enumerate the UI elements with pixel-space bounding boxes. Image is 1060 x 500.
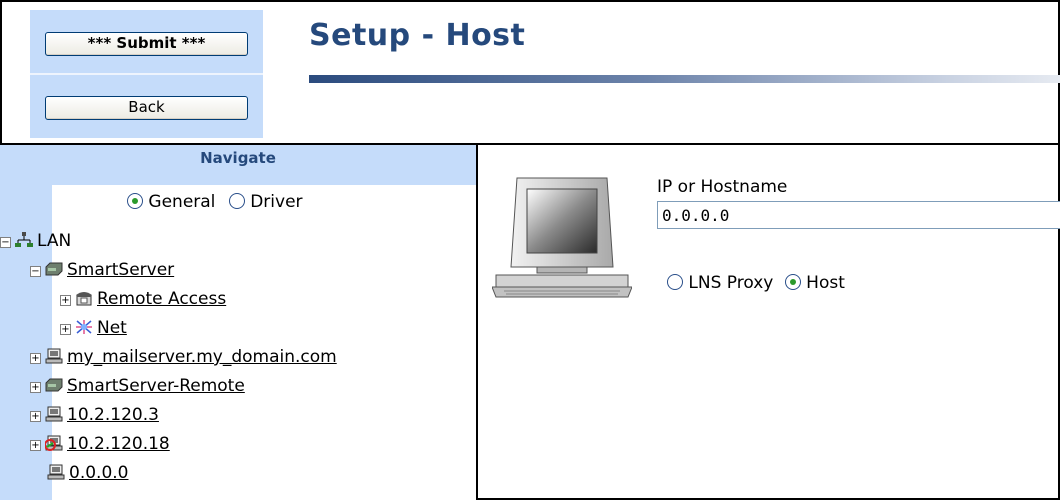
tree-label[interactable]: SmartServer-Remote xyxy=(67,376,245,396)
navigate-title: Navigate xyxy=(200,149,276,167)
general-label: General xyxy=(148,192,216,212)
tree-label[interactable]: Net xyxy=(97,318,127,338)
computer-icon xyxy=(47,464,65,480)
general-mode-option[interactable]: General xyxy=(127,192,221,212)
back-button[interactable]: Back xyxy=(45,96,248,120)
tree-node-10-2-120-3[interactable]: + 10.2.120.3 xyxy=(30,403,159,427)
navigation-panel: Navigate General Driver − LAN − SmartSer… xyxy=(0,145,478,500)
host-settings-panel: IP or Hostname LNS Proxy Host xyxy=(480,145,1060,500)
computer-alert-icon xyxy=(45,435,63,451)
host-role-selector: LNS Proxy Host xyxy=(667,273,851,293)
header-row: *** Submit *** Back Setup - Host xyxy=(0,0,1060,145)
ip-hostname-label: IP or Hostname xyxy=(657,177,788,197)
host-label: Host xyxy=(806,273,845,293)
tree-node-0-0-0-0[interactable]: 0.0.0.0 xyxy=(47,461,128,485)
telephone-icon xyxy=(76,292,92,306)
tree-node-net[interactable]: + Net xyxy=(60,316,127,340)
navigate-header: Navigate xyxy=(0,145,476,185)
smartserver-icon xyxy=(45,378,63,392)
button-divider xyxy=(30,73,263,75)
collapse-icon[interactable]: − xyxy=(30,266,41,277)
page-title: Setup - Host xyxy=(309,18,526,53)
host-option[interactable]: Host xyxy=(784,273,845,293)
lns-proxy-option[interactable]: LNS Proxy xyxy=(667,273,779,293)
computer-icon xyxy=(45,406,63,422)
ip-hostname-field[interactable] xyxy=(657,201,1060,229)
expand-icon[interactable]: + xyxy=(30,440,41,451)
expand-icon[interactable]: + xyxy=(30,382,41,393)
tree-label[interactable]: 0.0.0.0 xyxy=(69,463,128,483)
tree-label[interactable]: my_mailserver.my_domain.com xyxy=(67,347,337,367)
view-mode-selector: General Driver xyxy=(127,192,311,212)
driver-label: Driver xyxy=(250,192,303,212)
tree-node-10-2-120-18[interactable]: + 10.2.120.18 xyxy=(30,432,170,456)
tree-node-remote-access[interactable]: + Remote Access xyxy=(60,287,226,311)
tree-label[interactable]: 10.2.120.3 xyxy=(67,405,159,425)
expand-icon[interactable]: + xyxy=(30,353,41,364)
driver-radio[interactable] xyxy=(228,193,245,209)
expand-icon[interactable]: + xyxy=(60,324,71,335)
host-radio[interactable] xyxy=(784,274,801,290)
network-icon xyxy=(15,232,33,247)
lns-proxy-label: LNS Proxy xyxy=(688,273,774,293)
collapse-icon[interactable]: − xyxy=(0,237,11,248)
tree-label[interactable]: LAN xyxy=(37,231,71,251)
lns-proxy-radio[interactable] xyxy=(667,274,683,290)
computer-icon xyxy=(492,177,632,298)
tree-node-smartserver-remote[interactable]: + SmartServer-Remote xyxy=(30,374,245,398)
net-icon xyxy=(76,320,92,334)
tree-label[interactable]: Remote Access xyxy=(97,289,226,309)
smartserver-icon xyxy=(45,262,63,276)
action-button-panel: *** Submit *** Back xyxy=(30,10,263,138)
tree-node-lan[interactable]: − LAN xyxy=(0,229,71,253)
general-radio[interactable] xyxy=(127,193,143,209)
title-underline xyxy=(309,75,1060,83)
tree-label[interactable]: SmartServer xyxy=(67,260,174,280)
tree-label[interactable]: 10.2.120.18 xyxy=(67,434,170,454)
tree-node-mailserver[interactable]: + my_mailserver.my_domain.com xyxy=(30,345,337,369)
tree-node-smartserver[interactable]: − SmartServer xyxy=(30,258,174,282)
expand-icon[interactable]: + xyxy=(30,411,41,422)
driver-mode-option[interactable]: Driver xyxy=(228,192,303,212)
computer-icon xyxy=(45,348,63,364)
submit-button[interactable]: *** Submit *** xyxy=(45,32,248,56)
expand-icon[interactable]: + xyxy=(60,295,71,306)
